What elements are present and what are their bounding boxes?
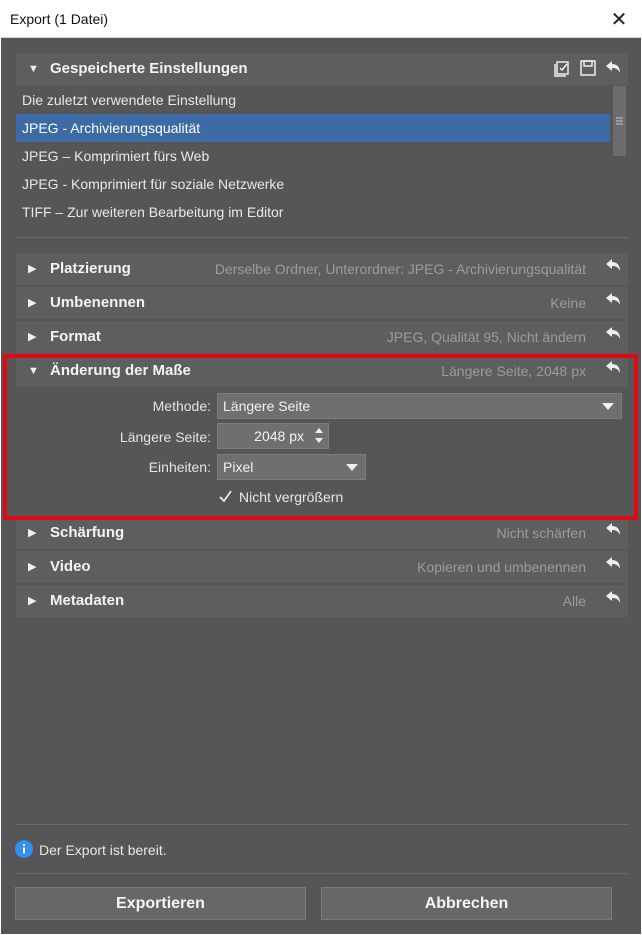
units-label: Einheiten: [148, 459, 211, 475]
reset-icon[interactable] [604, 555, 622, 573]
reset-icon[interactable] [604, 589, 622, 607]
method-value: Längere Seite [223, 398, 311, 414]
reset-icon[interactable] [604, 257, 622, 275]
long-side-value: 2048 px [254, 428, 304, 444]
section-label: Format [50, 328, 101, 345]
section-label: Schärfung [50, 524, 125, 541]
divider [16, 237, 628, 238]
preset-item[interactable]: TIFF – Zur weiteren Bearbeitung im Edito… [16, 198, 610, 226]
method-label: Methode: [152, 398, 211, 414]
reset-icon[interactable] [604, 291, 622, 309]
section-summary: Kopieren und umbenennen [417, 559, 586, 575]
close-button[interactable]: ✕ [596, 0, 642, 38]
title-bar: Export (1 Datei) ✕ [0, 0, 642, 38]
collapse-arrow-icon: ▼ [28, 63, 39, 75]
method-dropdown[interactable]: Längere Seite [217, 393, 622, 419]
stepper-up-icon[interactable] [315, 428, 323, 433]
close-icon: ✕ [610, 8, 628, 31]
no-enlarge-label[interactable]: Nicht vergrößern [239, 489, 343, 505]
reset-icon[interactable] [604, 359, 622, 377]
saved-settings-title: Gespeicherte Einstellungen [50, 60, 248, 77]
expand-arrow-icon: ▶ [28, 263, 37, 275]
preset-item[interactable]: JPEG – Komprimiert fürs Web [16, 142, 610, 170]
long-side-label: Längere Seite: [119, 429, 211, 445]
save-as-preset-icon[interactable] [554, 59, 572, 77]
section-metadata[interactable]: ▶ Metadaten Alle [16, 585, 628, 617]
preset-item[interactable]: JPEG - Komprimiert für soziale Netzwerke [16, 170, 610, 198]
expand-arrow-icon: ▶ [28, 595, 37, 607]
divider [16, 824, 628, 825]
status-text: Der Export ist bereit. [39, 842, 167, 858]
reset-icon[interactable] [604, 325, 622, 343]
section-summary: Längere Seite, 2048 px [441, 363, 586, 379]
long-side-stepper[interactable]: 2048 px [217, 423, 329, 449]
section-label: Platzierung [50, 260, 131, 277]
presets-scrollbar[interactable] [613, 86, 626, 156]
chevron-down-icon [346, 464, 358, 471]
section-format[interactable]: ▶ Format JPEG, Qualität 95, Nicht ändern [16, 321, 628, 353]
expand-arrow-icon: ▶ [28, 527, 37, 539]
section-summary: Derselbe Ordner, Unterordner: JPEG - Arc… [214, 261, 586, 277]
stepper-down-icon[interactable] [315, 438, 323, 443]
section-summary: Nicht schärfen [496, 525, 586, 541]
section-label: Metadaten [50, 592, 125, 609]
preset-item-selected[interactable]: JPEG - Archivierungsqualität [16, 114, 610, 142]
divider [16, 873, 628, 874]
reset-icon[interactable] [604, 59, 622, 77]
section-summary: Alle [562, 593, 586, 609]
section-label: Umbenennen [50, 294, 146, 311]
info-icon [15, 840, 33, 858]
saved-settings-list: Die zuletzt verwendete Einstellung JPEG … [16, 86, 628, 236]
section-placement[interactable]: ▶ Platzierung Derselbe Ordner, Unterordn… [16, 253, 628, 285]
units-value: Pixel [223, 459, 254, 475]
export-button[interactable]: Exportieren [15, 887, 306, 920]
section-summary: JPEG, Qualität 95, Nicht ändern [386, 329, 586, 345]
section-rename[interactable]: ▶ Umbenennen Keine [16, 287, 628, 319]
preset-item[interactable]: Die zuletzt verwendete Einstellung [16, 86, 610, 114]
expand-arrow-icon: ▶ [28, 297, 37, 309]
expand-arrow-icon: ▶ [28, 331, 37, 343]
reset-icon[interactable] [604, 521, 622, 539]
section-sharpen[interactable]: ▶ Schärfung Nicht schärfen [16, 517, 628, 549]
scrollbar-grip[interactable] [616, 117, 623, 125]
expand-arrow-icon: ▶ [28, 561, 37, 573]
window-title: Export (1 Datei) [10, 11, 109, 27]
saved-settings-header[interactable]: ▼ Gespeicherte Einstellungen [16, 53, 628, 85]
section-label: Video [50, 558, 91, 575]
units-dropdown[interactable]: Pixel [217, 454, 366, 480]
section-video[interactable]: ▶ Video Kopieren und umbenennen [16, 551, 628, 583]
stepper-arrows-icon[interactable] [314, 427, 324, 445]
chevron-down-icon [602, 403, 614, 410]
export-dialog-body: ▼ Gespeicherte Einstellungen Die zuletzt… [1, 38, 641, 934]
section-summary: Keine [550, 295, 586, 311]
section-label: Änderung der Maße [50, 362, 191, 379]
no-enlarge-checkbox[interactable] [218, 489, 233, 504]
cancel-button[interactable]: Abbrechen [321, 887, 612, 920]
save-icon[interactable] [579, 59, 597, 77]
section-resize[interactable]: ▼ Änderung der Maße Längere Seite, 2048 … [16, 355, 628, 387]
collapse-arrow-icon: ▼ [28, 365, 39, 377]
